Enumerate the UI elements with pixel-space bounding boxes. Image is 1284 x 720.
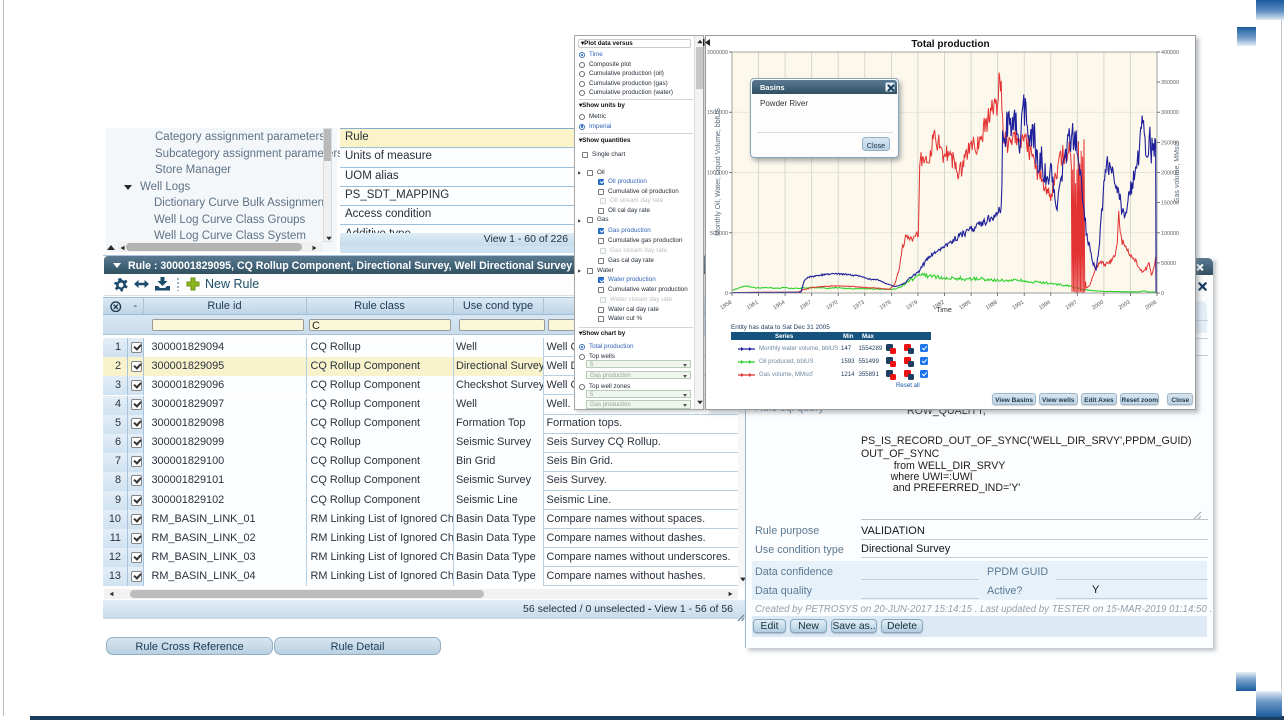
svg-text:1991: 1991 <box>1012 300 1026 312</box>
svg-text:1985: 1985 <box>958 300 972 312</box>
svg-text:2000: 2000 <box>1091 300 1105 312</box>
svg-text:300000: 300000 <box>1161 110 1179 116</box>
svg-text:Monthly Oil, Water, Liquid Vol: Monthly Oil, Water, Liquid Volume, bblUS <box>715 108 722 236</box>
svg-text:1958: 1958 <box>719 300 733 312</box>
svg-text:0: 0 <box>725 291 728 297</box>
svg-text:1979: 1979 <box>905 300 919 312</box>
svg-text:100000: 100000 <box>1161 231 1179 237</box>
svg-text:1964: 1964 <box>772 300 786 312</box>
svg-text:2003: 2003 <box>1118 300 1132 312</box>
svg-text:1970: 1970 <box>826 300 840 312</box>
svg-text:1988: 1988 <box>985 300 999 312</box>
svg-text:1997: 1997 <box>1065 300 1079 312</box>
svg-text:Gas volume, MMscf: Gas volume, MMscf <box>1174 141 1181 203</box>
svg-text:2000000: 2000000 <box>707 50 728 56</box>
svg-text:50000: 50000 <box>1161 261 1176 267</box>
svg-text:Time: Time <box>936 305 952 314</box>
svg-text:0: 0 <box>1161 291 1164 297</box>
svg-text:1967: 1967 <box>799 300 813 312</box>
svg-text:1961: 1961 <box>746 300 760 312</box>
svg-text:350000: 350000 <box>1161 80 1179 86</box>
svg-text:400000: 400000 <box>1161 50 1179 56</box>
svg-text:1994: 1994 <box>1038 300 1052 312</box>
svg-text:1976: 1976 <box>879 300 893 312</box>
svg-text:1973: 1973 <box>852 300 866 312</box>
svg-text:2006: 2006 <box>1144 300 1158 312</box>
